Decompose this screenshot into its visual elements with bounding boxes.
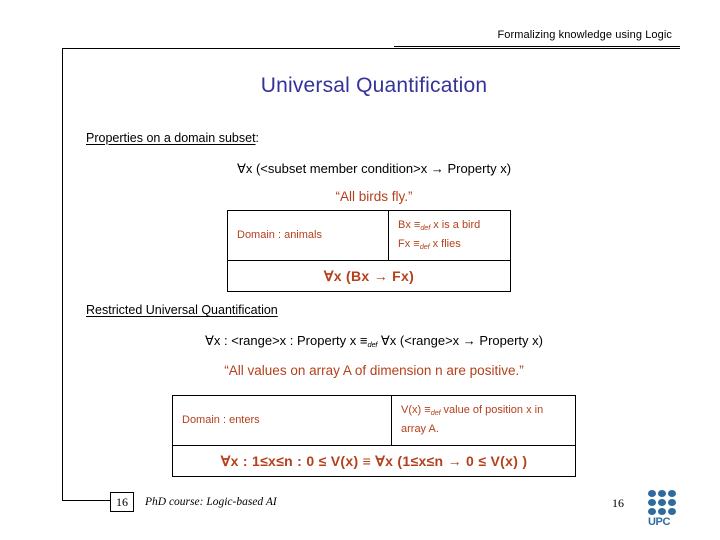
- frame-bottom-border: [62, 500, 110, 501]
- definition-meaning: x is a bird: [430, 219, 481, 231]
- upc-logo: UPC: [648, 490, 686, 528]
- domain-cell-enters: Domain : enters: [172, 395, 392, 446]
- page-number-box: 16: [110, 492, 134, 512]
- formula-prefix: ∀x (<subset member condition>x: [236, 161, 431, 176]
- example-table-array: Domain : enters V(x) ≡def value of posit…: [172, 395, 576, 477]
- upc-dot: [648, 490, 656, 497]
- definition-symbol: Bx: [398, 219, 414, 231]
- definition-line-fx: Fx ≡def x flies: [398, 235, 501, 254]
- conclusion-cell-birds: ∀x (Bx → Fx): [227, 259, 511, 292]
- page-title: Universal Quantification: [260, 74, 488, 97]
- formula-right: ∀x (<range>x → Property x): [377, 333, 543, 348]
- upc-dot: [648, 508, 656, 515]
- domain-cell-animals: Domain : animals: [227, 210, 389, 261]
- definition-symbol: V(x): [401, 404, 425, 416]
- header-divider-rule: [394, 46, 680, 47]
- formula-subscript: def: [367, 340, 378, 349]
- upc-dot: [658, 508, 666, 515]
- table-row: Domain : enters V(x) ≡def value of posit…: [172, 395, 576, 446]
- footer-course-label: PhD course: Logic-based AI: [145, 496, 277, 508]
- footer-page-number: 16: [612, 496, 624, 510]
- upc-dot-grid-icon: [648, 490, 676, 515]
- example-quote-array: “All values on array A of dimension n ar…: [224, 363, 524, 378]
- definition-meaning: x flies: [429, 238, 461, 251]
- upc-logo-text: UPC: [648, 516, 671, 528]
- slide-header-text: Formalizing knowledge using Logic: [497, 29, 672, 41]
- general-formula-universal: ∀x (<subset member condition>x → Propert…: [68, 161, 680, 177]
- definitions-cell-birds: Bx ≡def x is a bird Fx ≡def x flies: [388, 210, 511, 261]
- table-row: ∀x : 1≤x≤n : 0 ≤ V(x) ≡ ∀x (1≤x≤n → 0 ≤ …: [172, 444, 576, 477]
- definitions-cell-array: V(x) ≡def value of position x in array A…: [391, 395, 576, 446]
- definition-line-bx: Bx ≡def x is a bird: [398, 216, 501, 235]
- frame-top-border: [62, 48, 680, 49]
- general-formula-restricted: ∀x : <range>x : Property x ≡def ∀x (<ran…: [68, 333, 680, 349]
- frame-left-border: [62, 48, 63, 500]
- example-table-birds: Domain : animals Bx ≡def x is a bird Fx …: [227, 210, 511, 292]
- table-row: Domain : animals Bx ≡def x is a bird Fx …: [227, 210, 511, 261]
- section-heading-properties-on-a-domain-subset: Properties on a domain subset:: [86, 131, 259, 145]
- example-quote-birds: “All birds fly.”: [335, 189, 413, 204]
- table-row: ∀x (Bx → Fx): [227, 259, 511, 292]
- section-heading-label: Properties on a domain subset: [86, 131, 256, 145]
- formula-suffix: Property x): [443, 161, 512, 176]
- section-heading-colon: :: [255, 131, 260, 145]
- upc-dot: [658, 499, 666, 506]
- definition-subscript: def: [419, 242, 430, 252]
- formula-left: ∀x : <range>x : Property x: [205, 333, 360, 348]
- upc-dot: [668, 508, 676, 515]
- definition-subscript: def: [420, 223, 431, 232]
- conclusion-cell-array: ∀x : 1≤x≤n : 0 ≤ V(x) ≡ ∀x (1≤x≤n → 0 ≤ …: [172, 444, 576, 477]
- section-heading-restricted-universal-quantification: Restricted Universal Quantification: [86, 303, 278, 317]
- definition-symbol: Fx: [398, 238, 414, 251]
- implication-arrow-icon: →: [430, 161, 444, 176]
- definition-subscript: def: [430, 408, 441, 417]
- upc-dot: [668, 499, 676, 506]
- upc-dot: [648, 499, 656, 506]
- upc-dot: [658, 490, 666, 497]
- section-heading-label: Restricted Universal Quantification: [86, 303, 278, 317]
- slide-canvas: Formalizing knowledge using Logic Univer…: [0, 0, 720, 540]
- upc-dot: [668, 490, 676, 497]
